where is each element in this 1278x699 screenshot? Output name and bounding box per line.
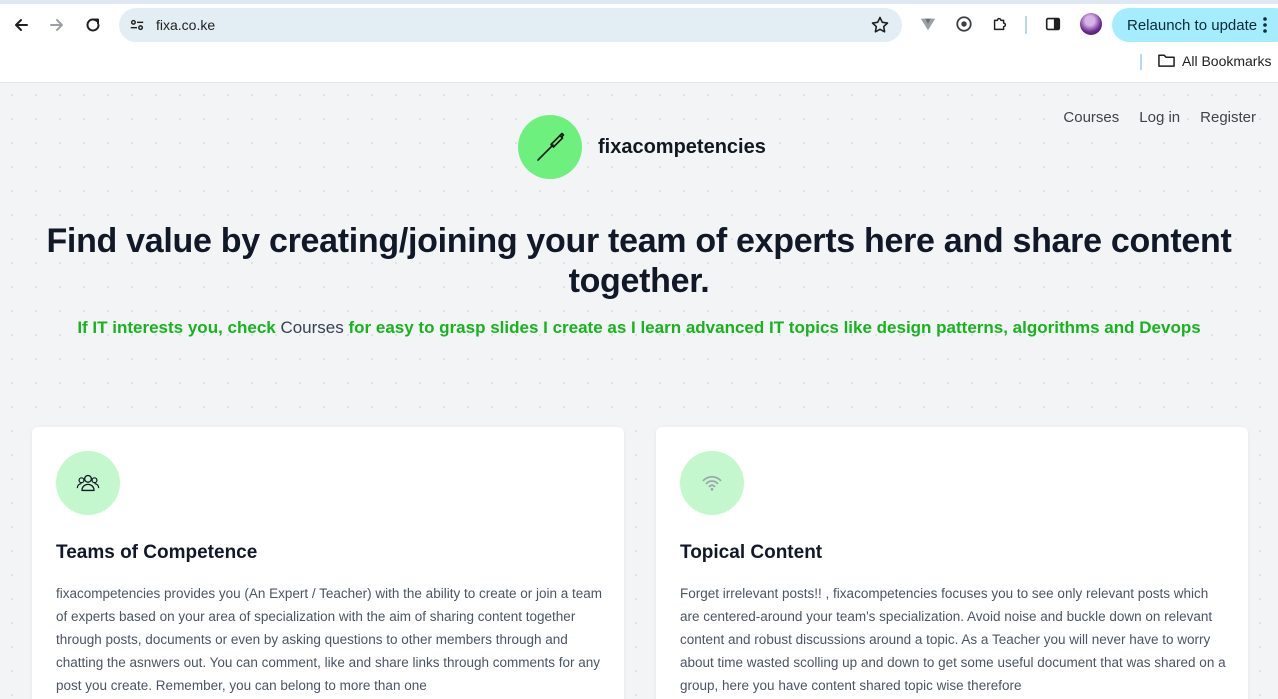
card-title: Topical Content [680,542,823,563]
card-body: fixacompetencies provides you (An Expert… [56,586,603,693]
page-content: Courses Log in Register fixacompetencies… [0,83,1278,699]
all-bookmarks-button[interactable]: All Bookmarks [1157,52,1271,69]
extension-icon[interactable] [954,14,974,34]
users-icon [56,451,120,515]
feature-card-topical: Topical Content Forget irrelevant posts!… [656,427,1248,699]
toolbar-divider [1025,16,1027,34]
brand-name: fixacompetencies [598,135,766,158]
reload-icon [86,18,100,32]
forward-button[interactable] [44,12,70,38]
bookmark-star-icon[interactable] [870,15,890,35]
vuetify-extension-icon[interactable] [918,14,938,34]
site-info-icon[interactable] [127,15,147,35]
card-title: Teams of Competence [56,542,258,563]
hero-courses-link[interactable]: Courses [280,318,343,337]
arrow-right-icon [50,19,63,31]
screwdriver-icon [537,132,565,161]
tab-strip-edge [0,0,1278,4]
brand-header[interactable]: fixacompetencies [518,115,766,179]
nav-login-link[interactable]: Log in [1139,109,1180,126]
address-bar[interactable]: fixa.co.ke [119,8,902,42]
hero-subtitle: If IT interests you, check Courses for e… [20,318,1258,338]
all-bookmarks-label: All Bookmarks [1182,52,1272,69]
url-text[interactable]: fixa.co.ke [156,17,215,33]
nav-courses-link[interactable]: Courses [1063,109,1119,126]
arrow-left-icon [15,19,28,31]
folder-icon [1158,54,1175,67]
side-panel-icon[interactable] [1043,14,1063,34]
top-navigation: Courses Log in Register [1063,109,1256,126]
extensions-puzzle-icon[interactable] [990,14,1010,34]
nav-register-link[interactable]: Register [1200,109,1256,126]
feature-card-teams: Teams of Competence fixacompetencies pro… [32,427,624,699]
wifi-icon [680,451,744,515]
more-menu-icon[interactable] [1263,17,1267,33]
reload-button[interactable] [80,12,106,38]
browser-toolbar: fixa.co.ke Relaunch to update All Bookma… [0,0,1278,83]
card-body: Forget irrelevant posts!! , fixacompeten… [680,586,1226,693]
relaunch-label: Relaunch to update [1127,16,1258,34]
hero-subtitle-suffix: for easy to grasp slides I create as I l… [343,318,1201,337]
profile-avatar[interactable] [1080,13,1102,35]
back-button[interactable] [8,12,34,38]
hero-subtitle-prefix: If IT interests you, check [77,318,281,337]
brand-logo [518,115,582,179]
bookmarks-divider [1140,54,1142,70]
hero-title: Find value by creating/joining your team… [46,222,1232,300]
relaunch-button[interactable]: Relaunch to update [1112,8,1278,42]
